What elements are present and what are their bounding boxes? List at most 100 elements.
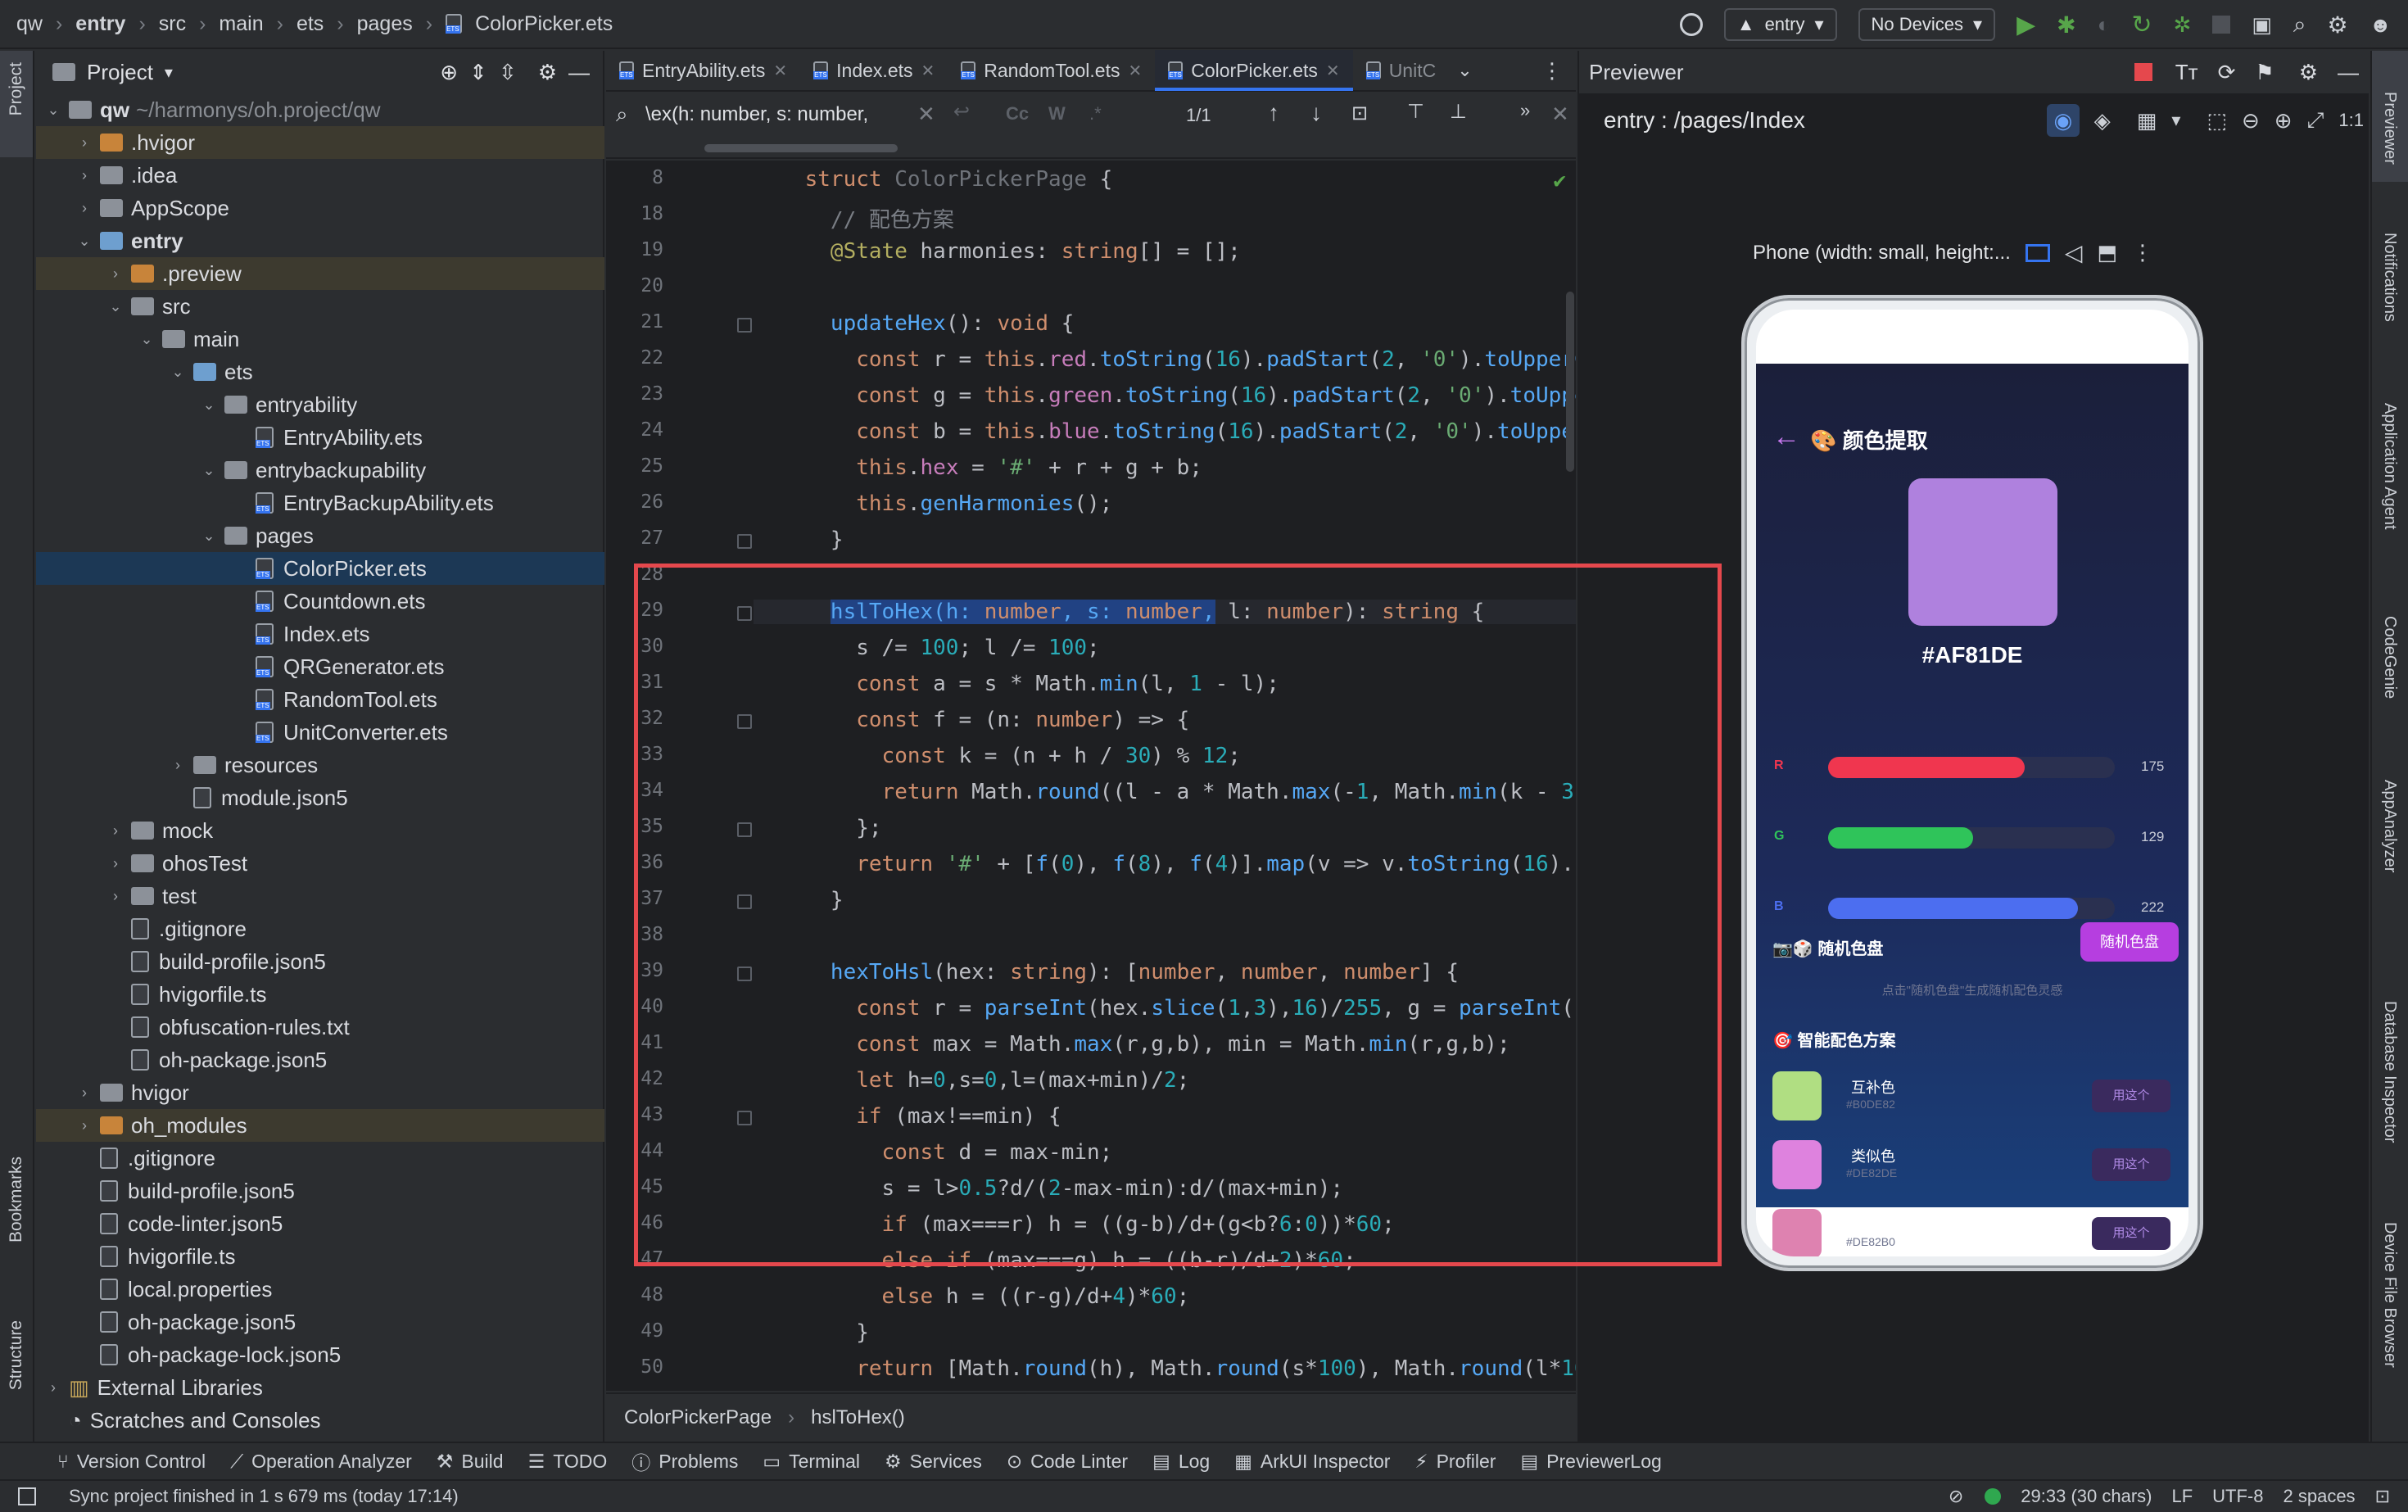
search-input-scrollbar[interactable]	[704, 144, 898, 152]
more-chevron-icon[interactable]: »	[1520, 100, 1530, 121]
chevron-down-icon[interactable]: ▾	[165, 62, 173, 83]
tree-item[interactable]: ⌄ main	[36, 323, 604, 355]
tool-window-button[interactable]: ⊙ Code Linter	[1007, 1451, 1128, 1473]
tab-unitconverter[interactable]: UnitC	[1353, 50, 1450, 91]
lock-icon[interactable]: ⊡	[2375, 1486, 2390, 1507]
fold-marker-icon[interactable]	[737, 534, 752, 549]
line-separator[interactable]: LF	[2171, 1486, 2193, 1507]
tool-window-button[interactable]: ⑂ Version Control	[57, 1451, 206, 1473]
breadcrumb-item[interactable]: pages	[357, 12, 413, 36]
tree-item[interactable]: ⌄ ets	[36, 355, 604, 388]
expand-all-icon[interactable]: ⇕	[469, 60, 487, 85]
chevron-right-icon[interactable]: ›	[75, 167, 93, 184]
tree-item[interactable]: › oh_modules	[36, 1109, 604, 1142]
attach-debugger-icon[interactable]: ◐	[2098, 12, 2111, 38]
next-match-icon[interactable]: ↓	[1310, 100, 1322, 126]
clear-search-icon[interactable]: ✕	[917, 102, 935, 127]
breadcrumb-method[interactable]: hslToHex()	[811, 1406, 905, 1429]
editor-scrollbar[interactable]	[1566, 292, 1574, 472]
tree-item[interactable]: › .idea	[36, 159, 604, 192]
code-line[interactable]: this.genHarmonies();	[754, 491, 1112, 516]
actual-size-icon[interactable]: ⤢	[2307, 107, 2324, 134]
tree-item[interactable]: QRGenerator.ets	[36, 650, 604, 683]
locate-icon[interactable]: ⊕	[440, 60, 458, 85]
fit-screen-icon[interactable]: ⬚	[2207, 108, 2227, 134]
settings-gear-icon[interactable]: ⚙	[2328, 11, 2348, 38]
chevron-right-icon[interactable]: ›	[44, 1379, 62, 1397]
more-icon[interactable]: ⋮	[2132, 240, 2153, 265]
tree-item[interactable]: › ▥ External Libraries	[36, 1371, 604, 1404]
chevron-down-icon[interactable]: ⌄	[75, 233, 93, 250]
run-config-dropdown[interactable]: ▲ entry ▾	[1723, 8, 1837, 41]
tree-item[interactable]: obfuscation-rules.txt	[36, 1011, 604, 1043]
tree-item[interactable]: ⌄ src	[36, 290, 604, 323]
use-harmony-button[interactable]: 用这个	[2092, 1217, 2170, 1250]
code-line[interactable]: else h = ((r-g)/d+4)*60;	[754, 1284, 1190, 1309]
code-line[interactable]: // 配色方案	[754, 203, 954, 233]
zoom-out-icon[interactable]: ⊖	[2242, 108, 2260, 134]
layers-icon[interactable]: ◈	[2094, 108, 2111, 134]
tree-item[interactable]: local.properties	[36, 1273, 604, 1306]
harmony-swatch[interactable]	[1772, 1209, 1822, 1256]
tree-item[interactable]: build-profile.json5	[36, 1175, 604, 1207]
tree-item[interactable]: ⌄ pages	[36, 519, 604, 552]
pin-icon[interactable]: ⚑	[2255, 60, 2274, 85]
tree-item[interactable]: code-linter.json5	[36, 1207, 604, 1240]
target-icon[interactable]	[1679, 13, 1703, 36]
tree-item[interactable]: › AppScope	[36, 192, 604, 224]
random-palette-button[interactable]: 随机色盘	[2080, 922, 2179, 962]
device-frame-icon[interactable]	[2025, 243, 2050, 262]
multi-device-icon[interactable]: ▦	[2137, 108, 2157, 134]
code-line[interactable]: updateHex(): void {	[754, 311, 1074, 336]
tree-item[interactable]: .gitignore	[36, 1142, 604, 1175]
structure-tool-label[interactable]: Structure	[7, 1320, 26, 1390]
tab-index[interactable]: Index.ets ✕	[800, 50, 948, 91]
tree-item[interactable]: oh-package.json5	[36, 1043, 604, 1076]
code-line[interactable]: this.hex = '#' + r + g + b;	[754, 455, 1202, 480]
breadcrumb-item[interactable]: entry	[75, 12, 125, 36]
tree-item[interactable]: ColorPicker.ets	[36, 552, 604, 585]
match-case-toggle[interactable]: Cc	[1006, 103, 1029, 124]
new-line-icon[interactable]: ↩	[953, 100, 970, 124]
collapse-all-icon[interactable]: ⇳	[499, 60, 517, 85]
chevron-down-icon[interactable]: ⌄	[200, 527, 218, 545]
code-line[interactable]: const b = this.blue.toString(16).padStar…	[754, 419, 1576, 444]
add-selection-icon[interactable]: ⊤	[1407, 100, 1424, 124]
apply-changes-icon[interactable]: ↻	[2131, 11, 2152, 39]
codegenie-tool-label[interactable]: CodeGenie	[2380, 616, 2399, 699]
tree-item[interactable]: › .preview	[36, 257, 604, 290]
close-find-icon[interactable]: ✕	[1551, 102, 1569, 127]
use-harmony-button[interactable]: 用这个	[2092, 1080, 2170, 1112]
tree-item[interactable]: .gitignore	[36, 912, 604, 945]
tree-item[interactable]: oh-package.json5	[36, 1306, 604, 1338]
text-size-icon[interactable]: Tт	[2175, 60, 2198, 85]
more-icon[interactable]: ⋮	[1541, 58, 1563, 84]
tool-window-button[interactable]: ⟋ Operation Analyzer	[230, 1451, 412, 1473]
file-encoding[interactable]: UTF-8	[2212, 1486, 2263, 1507]
device-manager-icon[interactable]: ▣	[2252, 12, 2272, 38]
application-agent-tool-label[interactable]: Application Agent	[2380, 403, 2399, 530]
tree-item[interactable]: › test	[36, 880, 604, 912]
inspector-toggle-icon[interactable]: ◉	[2046, 104, 2080, 137]
back-icon[interactable]: ◁	[2065, 239, 2083, 266]
chevron-down-icon[interactable]: ⌄	[138, 331, 156, 348]
remove-selection-icon[interactable]: ⊥	[1450, 100, 1467, 124]
tree-item[interactable]: › resources	[36, 749, 604, 781]
bookmarks-tool-label[interactable]: Bookmarks	[7, 1157, 26, 1243]
tool-window-button[interactable]: ▤ Log	[1152, 1451, 1210, 1473]
chevron-down-icon[interactable]: ▾	[2171, 110, 2180, 131]
tree-item[interactable]: ⌄ entrybackupability	[36, 454, 604, 487]
appanalyzer-tool-label[interactable]: AppAnalyzer	[2380, 780, 2399, 872]
breadcrumb-struct[interactable]: ColorPickerPage	[624, 1406, 772, 1429]
previewer-tool-button[interactable]: Previewer	[2372, 51, 2408, 182]
tree-item[interactable]: Index.ets	[36, 618, 604, 650]
search-icon[interactable]: ⌕	[2293, 11, 2306, 38]
chevron-right-icon[interactable]: ›	[106, 888, 124, 905]
chevron-down-icon[interactable]: ⌄	[44, 102, 62, 119]
back-arrow-icon[interactable]: ←	[1772, 421, 1800, 453]
chevron-down-icon[interactable]: ⌄	[169, 364, 187, 381]
breadcrumb-item[interactable]: ColorPicker.ets	[475, 12, 613, 36]
use-harmony-button[interactable]: 用这个	[2092, 1148, 2170, 1181]
tree-item[interactable]: UnitConverter.ets	[36, 716, 604, 749]
select-all-occurrences-icon[interactable]: ⊡	[1351, 102, 1368, 125]
